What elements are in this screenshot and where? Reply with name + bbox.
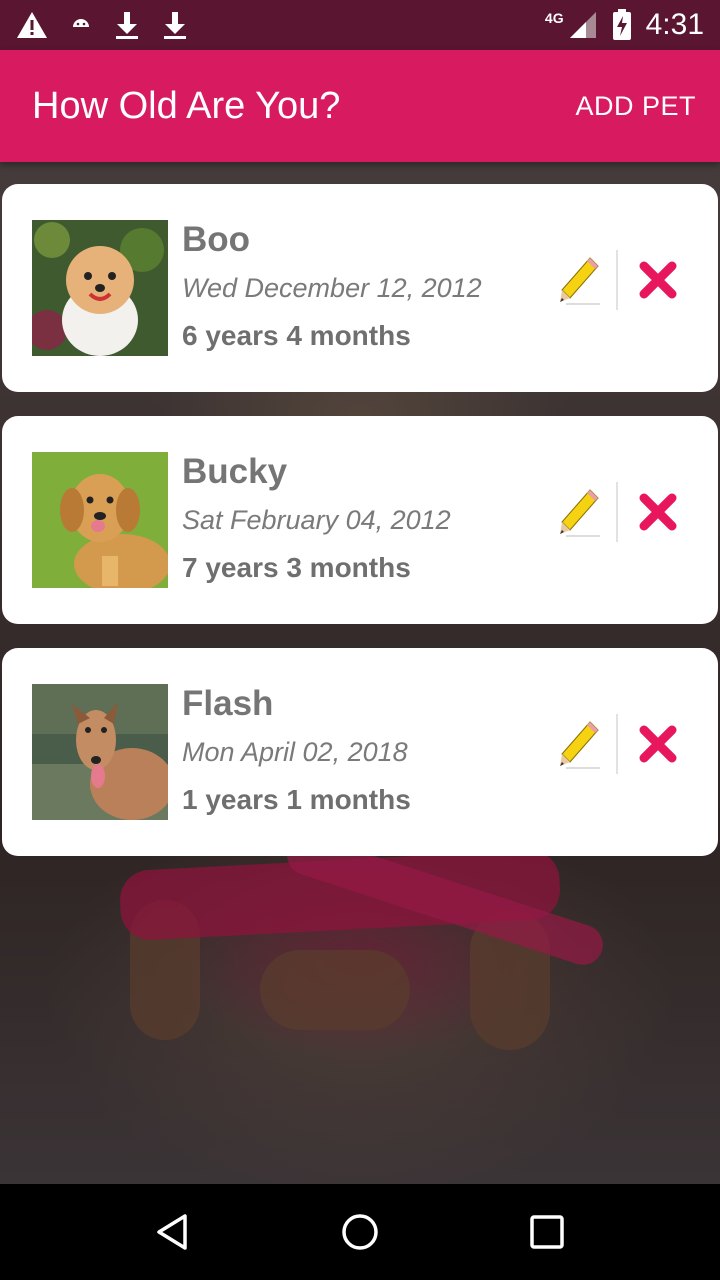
card-actions: [554, 250, 680, 310]
pet-info: Bucky Sat February 04, 2012 7 years 3 mo…: [182, 450, 451, 590]
recents-button[interactable]: [517, 1202, 577, 1262]
pet-age: 1 years 1 months: [182, 784, 411, 815]
delete-button[interactable]: [636, 490, 680, 534]
delete-button[interactable]: [636, 722, 680, 766]
pet-birth-date: Mon April 02, 2018: [182, 737, 408, 767]
home-icon: [342, 1214, 378, 1250]
pet-info: Boo Wed December 12, 2012 6 years 4 mont…: [182, 218, 482, 358]
close-icon: [639, 261, 677, 299]
pet-birth-date: Wed December 12, 2012: [182, 273, 482, 303]
pet-photo-bucky: [32, 452, 168, 588]
card-actions: [554, 714, 680, 774]
page-title: How Old Are You?: [32, 84, 341, 127]
pencil-icon: [560, 489, 600, 537]
status-bar: 4G 4:31: [0, 0, 720, 50]
edit-button[interactable]: [554, 482, 606, 542]
close-icon: [639, 725, 677, 763]
pet-age: 6 years 4 months: [182, 320, 411, 351]
app-bar: How Old Are You? ADD PET: [0, 50, 720, 162]
signal-icon: [568, 10, 598, 40]
battery-charging-icon: [612, 9, 632, 41]
pet-name: Flash: [182, 684, 274, 723]
pet-photo-boo: [32, 220, 168, 356]
pet-photo-flash: [32, 684, 168, 820]
edit-button[interactable]: [554, 250, 606, 310]
download-icon: [114, 10, 140, 40]
delete-button[interactable]: [636, 258, 680, 302]
pencil-icon: [560, 721, 600, 769]
close-icon: [639, 493, 677, 531]
navigation-bar: [0, 1184, 720, 1280]
back-icon: [157, 1214, 188, 1250]
pet-name: Bucky: [182, 452, 288, 491]
background-detail: [260, 950, 410, 1030]
divider: [616, 714, 618, 774]
pet-age: 7 years 3 months: [182, 552, 411, 583]
pet-birth-date: Sat February 04, 2012: [182, 505, 451, 535]
divider: [616, 250, 618, 310]
network-type: 4G: [544, 10, 564, 26]
card-actions: [554, 482, 680, 542]
home-button[interactable]: [330, 1202, 390, 1262]
warning-icon: [16, 11, 48, 39]
edit-button[interactable]: [554, 714, 606, 774]
pet-name: Boo: [182, 220, 251, 259]
pet-info: Flash Mon April 02, 2018 1 years 1 month…: [182, 682, 411, 822]
recents-icon: [529, 1215, 564, 1249]
back-button[interactable]: [143, 1202, 203, 1262]
clock: 4:31: [645, 8, 704, 41]
pet-card[interactable]: Bucky Sat February 04, 2012 7 years 3 mo…: [2, 416, 718, 624]
download-icon: [162, 10, 188, 40]
pet-card[interactable]: Flash Mon April 02, 2018 1 years 1 month…: [2, 648, 718, 856]
divider: [616, 482, 618, 542]
pet-card[interactable]: Boo Wed December 12, 2012 6 years 4 mont…: [2, 184, 718, 392]
pet-list: Boo Wed December 12, 2012 6 years 4 mont…: [2, 184, 718, 880]
add-pet-button[interactable]: ADD PET: [575, 91, 696, 122]
android-icon: [70, 15, 92, 35]
pencil-icon: [560, 257, 600, 305]
